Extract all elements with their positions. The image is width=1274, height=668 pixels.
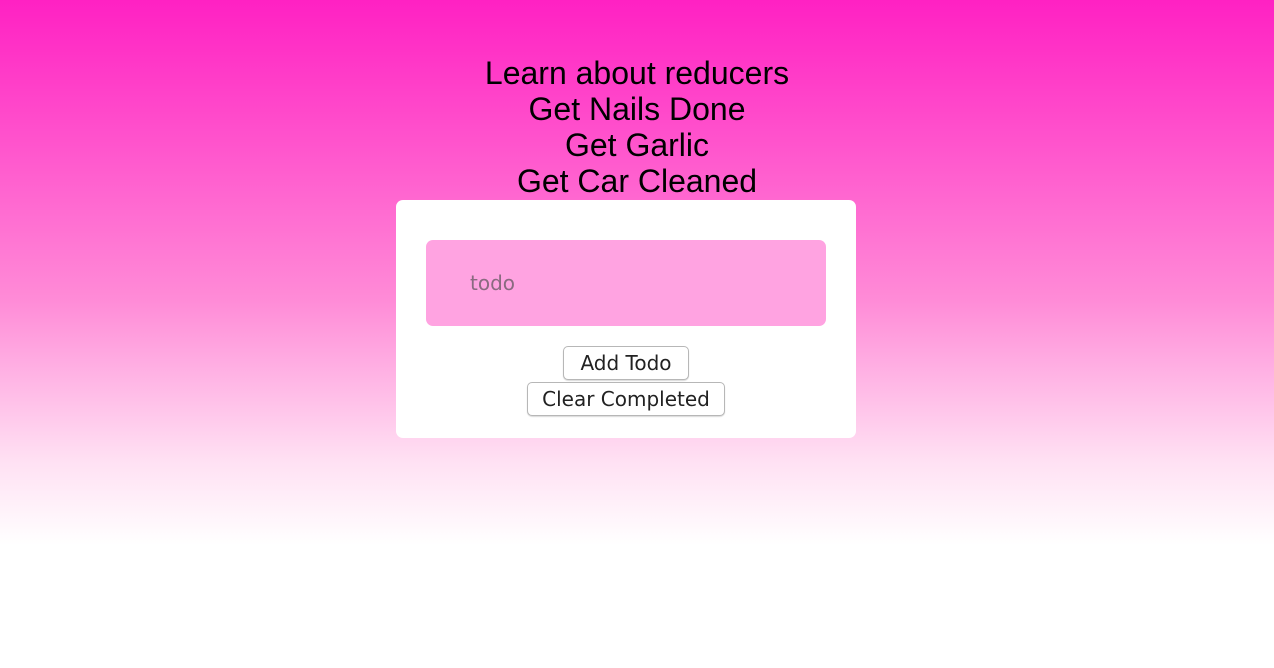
page: { "todos": [ { "label": "Learn about red… bbox=[0, 0, 1274, 668]
todo-list: Learn about reducers Get Nails Done Get … bbox=[0, 55, 1274, 199]
add-todo-button[interactable]: Add Todo bbox=[563, 346, 689, 380]
todo-item[interactable]: Learn about reducers bbox=[0, 55, 1274, 91]
todo-input[interactable] bbox=[426, 240, 826, 326]
clear-completed-button[interactable]: Clear Completed bbox=[527, 382, 725, 416]
todo-item[interactable]: Get Garlic bbox=[0, 127, 1274, 163]
todo-item[interactable]: Get Car Cleaned bbox=[0, 163, 1274, 199]
todo-form-card: Add Todo Clear Completed bbox=[396, 200, 856, 438]
todo-item[interactable]: Get Nails Done bbox=[0, 91, 1274, 127]
